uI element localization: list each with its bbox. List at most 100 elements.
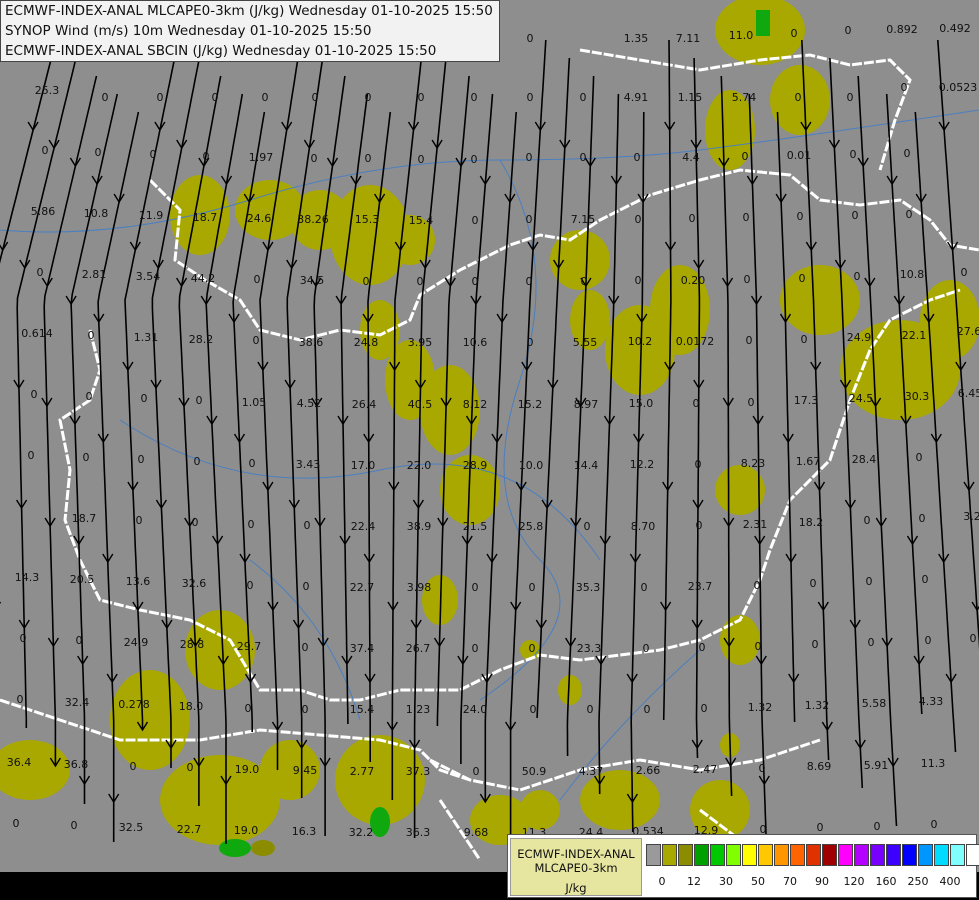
sbcin-value: 14.3: [15, 571, 40, 584]
sbcin-value: 26.4: [352, 398, 377, 411]
sbcin-value: 0: [473, 765, 480, 778]
sbcin-value: 0: [248, 518, 255, 531]
sbcin-value: 0: [970, 632, 977, 645]
weather-map: 0 1.35 7.11 11.0 0 0 0.892 0.492 25.3 0 0 0 0 0 0 0 0 0 0 4…: [0, 0, 979, 900]
legend-swatch: [646, 844, 661, 866]
sbcin-value: 18.0: [179, 700, 204, 713]
sbcin-value: 1.32: [805, 699, 830, 712]
sbcin-value: 25.3: [35, 84, 60, 97]
sbcin-value: 0: [635, 213, 642, 226]
sbcin-value: 22.0: [407, 459, 432, 472]
sbcin-value: 0: [904, 147, 911, 160]
legend-swatch: [710, 844, 725, 866]
sbcin-value: 7.11: [676, 32, 701, 45]
sbcin-value: 1.31: [134, 331, 159, 344]
sbcin-value: 22.4: [351, 520, 376, 533]
sbcin-value: 24.0: [463, 703, 488, 716]
cape-area: [715, 465, 765, 515]
sbcin-value: 0.614: [21, 327, 53, 340]
sbcin-value: 0: [748, 396, 755, 409]
sbcin-value: 15.4: [409, 214, 434, 227]
sbcin-value: 0: [696, 519, 703, 532]
legend-swatch: [758, 844, 773, 866]
sbcin-value: 0: [529, 581, 536, 594]
sbcin-value: 38.26: [297, 213, 329, 226]
sbcin-value: 3.54: [136, 270, 161, 283]
sbcin-value: 0.01: [787, 149, 812, 162]
sbcin-value: 8.97: [574, 398, 599, 411]
legend-label: 12: [687, 875, 701, 888]
sbcin-value: 4.91: [624, 91, 649, 104]
sbcin-value: 44.2: [191, 272, 216, 285]
sbcin-value: 0: [874, 820, 881, 833]
sbcin-value: 0: [363, 275, 370, 288]
sbcin-value: 0: [689, 212, 696, 225]
sbcin-value: 0: [755, 640, 762, 653]
sbcin-value: 0: [759, 762, 766, 775]
sbcin-value: 16.3: [292, 825, 317, 838]
sbcin-value: 28.4: [852, 453, 877, 466]
sbcin-value: 0: [157, 91, 164, 104]
sbcin-value: 0: [916, 451, 923, 464]
sbcin-value: 0: [102, 91, 109, 104]
sbcin-value: 11.3: [921, 757, 946, 770]
sbcin-value: 15.0: [629, 397, 654, 410]
sbcin-value: 0: [28, 449, 35, 462]
legend-title-line-1: ECMWF-INDEX-ANAL: [517, 847, 635, 861]
sbcin-value: 11.9: [139, 209, 164, 222]
sbcin-value: 0.892: [886, 23, 918, 36]
legend-unit: J/kg: [565, 881, 587, 895]
legend-swatch: [678, 844, 693, 866]
sbcin-value: 25.8: [519, 520, 544, 533]
sbcin-value: 37.4: [350, 642, 375, 655]
sbcin-value: 0: [925, 634, 932, 647]
sbcin-value: 0: [86, 390, 93, 403]
legend-label: 0: [658, 875, 666, 888]
sbcin-value: 32.2: [349, 826, 374, 839]
sbcin-value: 22.7: [350, 581, 375, 594]
sbcin-value: 0: [471, 91, 478, 104]
sbcin-value: 0: [20, 632, 27, 645]
legend-label: 160: [875, 875, 897, 888]
sbcin-value: 23.7: [688, 580, 713, 593]
sbcin-value: 0: [795, 91, 802, 104]
cape-core: [251, 840, 275, 856]
sbcin-value: 0: [922, 573, 929, 586]
sbcin-value: 1.23: [406, 703, 431, 716]
sbcin-value: 0: [365, 152, 372, 165]
sbcin-value: 0: [584, 520, 591, 533]
legend-swatch: [662, 844, 677, 866]
sbcin-value: 1.97: [249, 151, 274, 164]
sbcin-value: 4.37: [579, 765, 604, 778]
sbcin-value: 3.98: [407, 581, 432, 594]
sbcin-value: 9.68: [464, 826, 489, 839]
sbcin-value: 3.43: [296, 458, 321, 471]
sbcin-value: 0: [203, 150, 210, 163]
sbcin-value: 8.69: [807, 760, 832, 773]
sbcin-value: 0: [799, 272, 806, 285]
legend-label: 120: [843, 875, 865, 888]
sbcin-value: 37.3: [406, 765, 431, 778]
sbcin-value: 0: [245, 702, 252, 715]
sbcin-value: 2.66: [636, 764, 661, 777]
sbcin-value: 0.492: [939, 22, 971, 35]
sbcin-value: 0: [88, 329, 95, 342]
legend-swatch: [902, 844, 917, 866]
sbcin-value: 28.8: [180, 638, 205, 651]
sbcin-value: 6.45: [958, 387, 979, 400]
cape-area: [780, 265, 860, 335]
sbcin-value: 0: [817, 821, 824, 834]
sbcin-value: 0.20: [681, 274, 706, 287]
sbcin-value: 12.2: [630, 458, 655, 471]
sbcin-value: 0: [302, 703, 309, 716]
sbcin-value: 0: [906, 208, 913, 221]
sbcin-value: 0: [472, 581, 479, 594]
sbcin-value: 2.47: [693, 763, 718, 776]
sbcin-value: 1.67: [796, 455, 821, 468]
sbcin-value: 0: [311, 152, 318, 165]
sbcin-value: 0: [17, 693, 24, 706]
header-line-3: ECMWF-INDEX-ANAL SBCIN (J/kg) Wednesday …: [5, 43, 437, 59]
sbcin-value: 38.9: [407, 520, 432, 533]
sbcin-value: 19.0: [234, 824, 259, 837]
sbcin-value: 24.9: [847, 331, 872, 344]
